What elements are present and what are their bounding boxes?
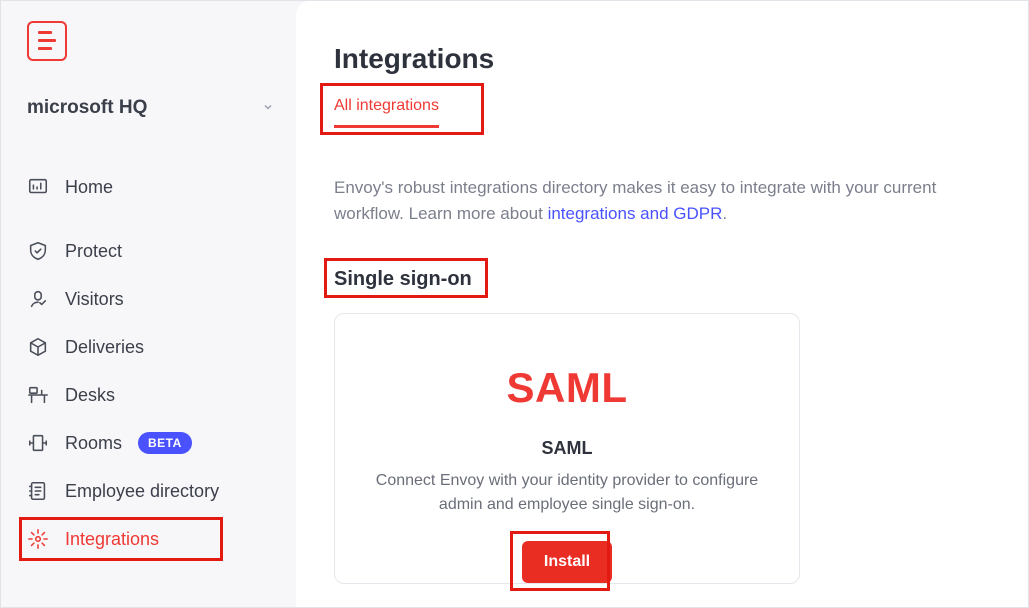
workspace-selector[interactable]: microsoft HQ xyxy=(25,91,282,125)
sidebar-item-home[interactable]: Home xyxy=(25,163,282,211)
desc-suffix: . xyxy=(722,204,727,223)
sidebar-item-deliveries[interactable]: Deliveries xyxy=(25,323,282,371)
sidebar-item-protect[interactable]: Protect xyxy=(25,227,282,275)
tab-all-integrations[interactable]: All integrations xyxy=(334,97,439,128)
shield-icon xyxy=(27,240,49,262)
sidebar-item-employee-directory[interactable]: Employee directory xyxy=(25,467,282,515)
logo-wrap xyxy=(25,21,282,61)
nav-label: Rooms xyxy=(65,433,122,454)
sidebar-item-integrations[interactable]: Integrations xyxy=(25,515,282,563)
app-root: microsoft HQ Home Protect xyxy=(0,0,1029,608)
sidebar-item-rooms[interactable]: Rooms BETA xyxy=(25,419,282,467)
page-description: Envoy's robust integrations directory ma… xyxy=(334,175,998,228)
workspace-name: microsoft HQ xyxy=(27,97,147,119)
integrations-icon xyxy=(27,528,49,550)
sidebar-item-desks[interactable]: Desks xyxy=(25,371,282,419)
saml-logo-text: SAML xyxy=(363,364,771,412)
home-icon xyxy=(27,176,49,198)
nav-label: Desks xyxy=(65,385,115,406)
nav-label: Protect xyxy=(65,241,122,262)
envoy-logo-icon[interactable] xyxy=(27,21,67,61)
card-description: Connect Envoy with your identity provide… xyxy=(363,469,771,517)
beta-badge: BETA xyxy=(138,432,192,454)
section-title: Single sign-on xyxy=(334,268,472,291)
rooms-icon xyxy=(27,432,49,454)
install-button[interactable]: Install xyxy=(522,541,612,583)
sidebar-item-visitors[interactable]: Visitors xyxy=(25,275,282,323)
package-icon xyxy=(27,336,49,358)
nav-label: Deliveries xyxy=(65,337,144,358)
nav-label: Visitors xyxy=(65,289,124,310)
nav-label: Home xyxy=(65,177,113,198)
nav: Home Protect Visitors Deliveries xyxy=(25,163,282,563)
page-title: Integrations xyxy=(334,43,998,75)
sidebar: microsoft HQ Home Protect xyxy=(1,1,296,607)
gdpr-link[interactable]: integrations and GDPR xyxy=(548,204,723,223)
directory-icon xyxy=(27,480,49,502)
nav-label: Integrations xyxy=(65,529,159,550)
nav-label: Employee directory xyxy=(65,481,219,502)
chevron-down-icon xyxy=(262,101,274,116)
integration-card-saml: SAML SAML Connect Envoy with your identi… xyxy=(334,313,800,584)
card-title: SAML xyxy=(363,438,771,459)
tabs: All integrations xyxy=(334,97,998,129)
main-content: Integrations All integrations Envoy's ro… xyxy=(296,1,1028,607)
visitors-icon xyxy=(27,288,49,310)
desk-icon xyxy=(27,384,49,406)
